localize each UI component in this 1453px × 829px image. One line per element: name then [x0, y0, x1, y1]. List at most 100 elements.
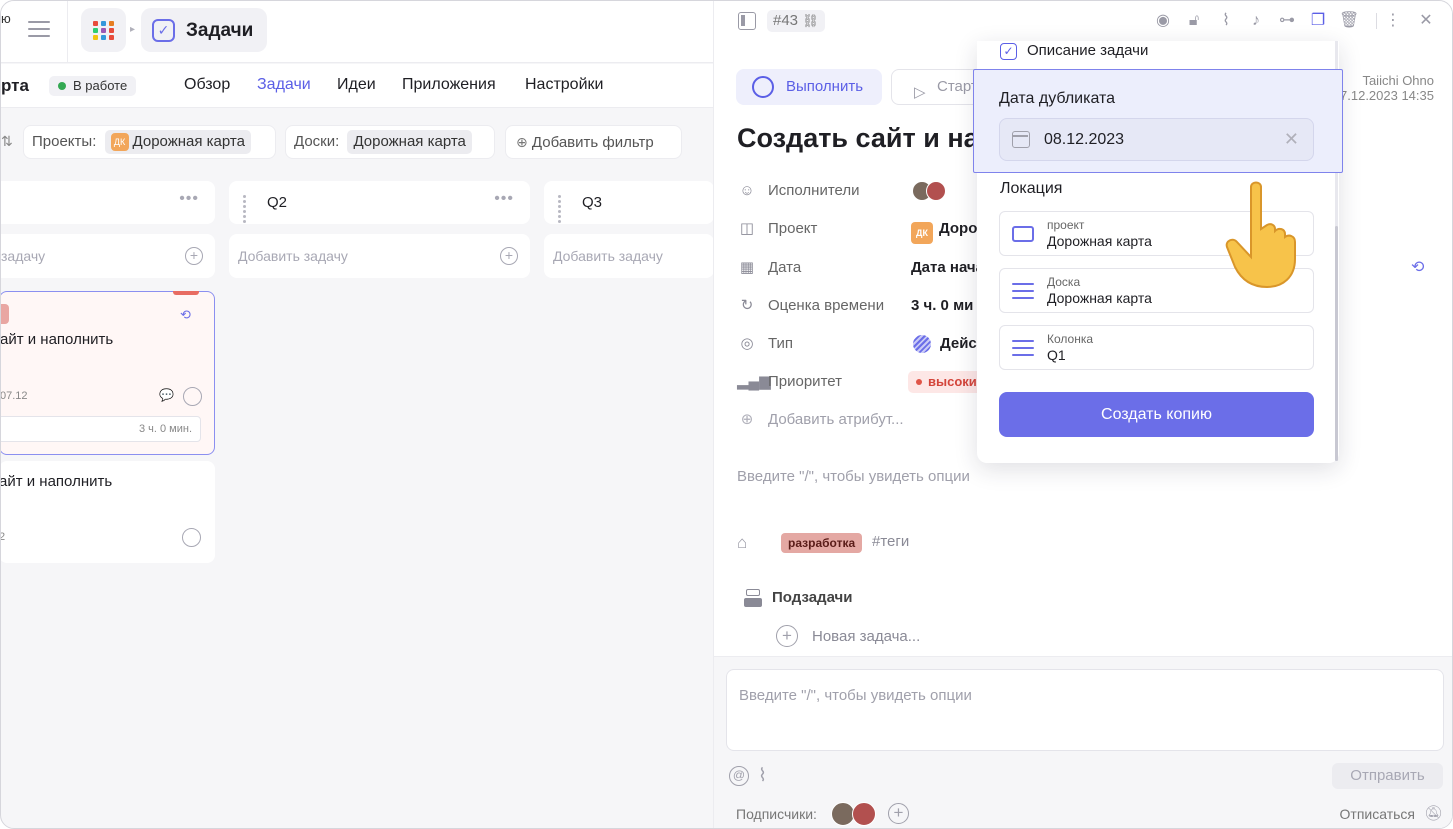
- date-value[interactable]: Дата нача: [911, 259, 984, 276]
- add-attribute-label: Добавить атрибут...: [768, 411, 904, 428]
- recurring-icon: ⟲: [180, 307, 191, 322]
- unsubscribe-button[interactable]: Отписаться: [1340, 806, 1415, 822]
- create-copy-button[interactable]: Создать копию: [999, 392, 1314, 437]
- duplicate-date-value: 08.12.2023: [1044, 131, 1125, 148]
- column-header[interactable]: Q2 •••: [229, 181, 530, 224]
- tags-input[interactable]: #теги: [872, 533, 909, 550]
- apps-grid-cell: [109, 21, 114, 26]
- hierarchy-icon[interactable]: ⊶: [1277, 11, 1297, 31]
- comment-section: Введите "/", чтобы увидеть опции @ ⌇ Отп…: [714, 656, 1452, 828]
- tag-chip[interactable]: разработка: [781, 533, 863, 553]
- apps-button[interactable]: [81, 8, 126, 52]
- menu-icon[interactable]: [28, 21, 50, 37]
- add-subscriber-button[interactable]: +: [888, 803, 909, 824]
- project-value[interactable]: ДК Доро: [911, 220, 977, 244]
- attr-assignees[interactable]: ☺ Исполнители: [737, 180, 997, 202]
- apps-grid-cell: [93, 35, 98, 40]
- more-icon[interactable]: •••: [494, 190, 514, 208]
- plus-icon[interactable]: +: [500, 247, 518, 265]
- comment-input[interactable]: Введите "/", чтобы увидеть опции: [726, 669, 1444, 751]
- close-icon[interactable]: ✕: [1416, 11, 1436, 31]
- task-id-badge[interactable]: #43 ⛓: [767, 10, 825, 32]
- complete-checkbox[interactable]: [183, 387, 202, 406]
- clear-icon[interactable]: ✕: [1284, 129, 1299, 150]
- bell-off-icon[interactable]: 🔕︎: [1424, 804, 1443, 822]
- attachment-icon[interactable]: ⌇: [1216, 11, 1236, 31]
- boards-filter[interactable]: Доски: Дорожная карта: [285, 125, 495, 159]
- description-editor[interactable]: Введите "/", чтобы увидеть опции: [737, 468, 970, 485]
- tab-tasks[interactable]: Задачи: [257, 76, 311, 94]
- time-estimate-icon: ↻: [740, 297, 754, 314]
- apps-grid-cell: [101, 28, 106, 33]
- task-card[interactable]: ⟲ айт и наполнить 07.12 💬 3 ч. 0 мин.: [1, 291, 215, 455]
- add-filter-label: Добавить фильтр: [531, 134, 654, 151]
- app-window: ю ▸ ✓ Задачи рта В работе Обзор Задачи И…: [0, 0, 1453, 829]
- checkbox-checked-icon[interactable]: ✓: [1000, 43, 1017, 60]
- duplicate-date-input[interactable]: 08.12.2023 ✕: [999, 118, 1314, 161]
- drag-handle-icon[interactable]: [558, 195, 566, 223]
- send-button[interactable]: Отправить: [1332, 763, 1443, 789]
- location-column[interactable]: Колонка Q1: [999, 325, 1314, 370]
- eye-icon[interactable]: ◉: [1153, 11, 1173, 31]
- add-task-input[interactable]: задачу +: [1, 234, 215, 278]
- new-subtask-button[interactable]: Новая задача...: [776, 625, 920, 647]
- attachment-icon[interactable]: ⌇: [758, 765, 767, 786]
- board-icon: [1012, 283, 1034, 299]
- more-icon[interactable]: •••: [179, 190, 199, 208]
- breadcrumb-tasks[interactable]: ✓ Задачи: [141, 8, 267, 52]
- bell-icon[interactable]: ♪: [1246, 11, 1266, 31]
- avatar[interactable]: [852, 802, 876, 826]
- assignee-avatars[interactable]: [912, 181, 952, 201]
- attr-label: Оценка времени: [768, 297, 885, 314]
- type-icon: ◎: [740, 335, 754, 352]
- project-value-text: Доро: [939, 220, 978, 237]
- copy-icon[interactable]: ❐: [1308, 11, 1328, 31]
- status-badge[interactable]: В работе: [49, 76, 137, 96]
- projects-filter[interactable]: Проекты: ДК Дорожная карта: [23, 125, 276, 159]
- column-icon: [1012, 340, 1034, 356]
- location-label: Локация: [1000, 180, 1063, 197]
- trash-icon[interactable]: 🗑︎: [1339, 11, 1359, 31]
- add-attribute-button[interactable]: ⊕ Добавить атрибут...: [737, 409, 997, 431]
- projects-filter-text: Дорожная карта: [132, 133, 245, 150]
- location-value: Дорожная карта: [1047, 233, 1152, 249]
- duplicate-date-field[interactable]: Дата дубликата 08.12.2023 ✕: [973, 69, 1343, 173]
- project-icon: [1012, 226, 1034, 242]
- complete-checkbox[interactable]: [182, 528, 201, 547]
- more-vertical-icon[interactable]: ⋮: [1383, 11, 1403, 31]
- description-option[interactable]: ✓ Описание задачи: [1000, 41, 1148, 63]
- priority-badge[interactable]: высоки: [908, 371, 985, 393]
- add-task-input[interactable]: Добавить задачу: [544, 234, 714, 278]
- project-icon: ◫: [739, 220, 755, 237]
- location-key: Доска: [1047, 275, 1081, 289]
- estimate-value[interactable]: 3 ч. 0 ми: [911, 297, 973, 314]
- tab-overview[interactable]: Обзор: [184, 76, 230, 94]
- circle-icon: [752, 76, 774, 98]
- tab-apps[interactable]: Приложения: [402, 76, 496, 94]
- add-filter-button[interactable]: ⊕ Добавить фильтр: [505, 125, 682, 159]
- drag-handle-icon[interactable]: [243, 195, 251, 223]
- workspace-label: ю: [1, 11, 11, 26]
- panel-toolbar: #43 ⛓ ◉ 🔓︎ ⌇ ♪ ⊶ ❐ 🗑︎ ⋮ ✕: [714, 1, 1452, 43]
- recurring-icon[interactable]: ⟲: [1411, 257, 1424, 277]
- sidebar-toggle-icon[interactable]: [738, 12, 756, 30]
- column-header[interactable]: Q3: [544, 181, 714, 224]
- type-value[interactable]: Дейс: [940, 335, 977, 352]
- column-header[interactable]: •••: [1, 181, 215, 224]
- projects-filter-label: Проекты:: [32, 133, 97, 150]
- tag-icon: ⌂: [737, 533, 748, 552]
- task-title[interactable]: Создать сайт и на: [737, 123, 979, 154]
- top-bar: ю ▸ ✓ Задачи: [1, 1, 713, 63]
- task-card[interactable]: айт и наполнить 2: [1, 461, 215, 563]
- sort-icon[interactable]: ⇅: [1, 133, 15, 151]
- tab-ideas[interactable]: Идеи: [337, 76, 376, 94]
- author-date: 07.12.2023 14:35: [1332, 88, 1434, 103]
- tab-settings[interactable]: Настройки: [525, 76, 603, 94]
- project-badge: ДК: [110, 133, 129, 151]
- mention-icon[interactable]: @: [729, 766, 749, 786]
- lock-icon[interactable]: 🔓︎: [1184, 11, 1204, 31]
- start-button[interactable]: Старт: [891, 69, 981, 105]
- complete-button[interactable]: Выполнить: [736, 69, 882, 105]
- add-task-input[interactable]: Добавить задачу +: [229, 234, 530, 278]
- plus-icon[interactable]: +: [185, 247, 203, 265]
